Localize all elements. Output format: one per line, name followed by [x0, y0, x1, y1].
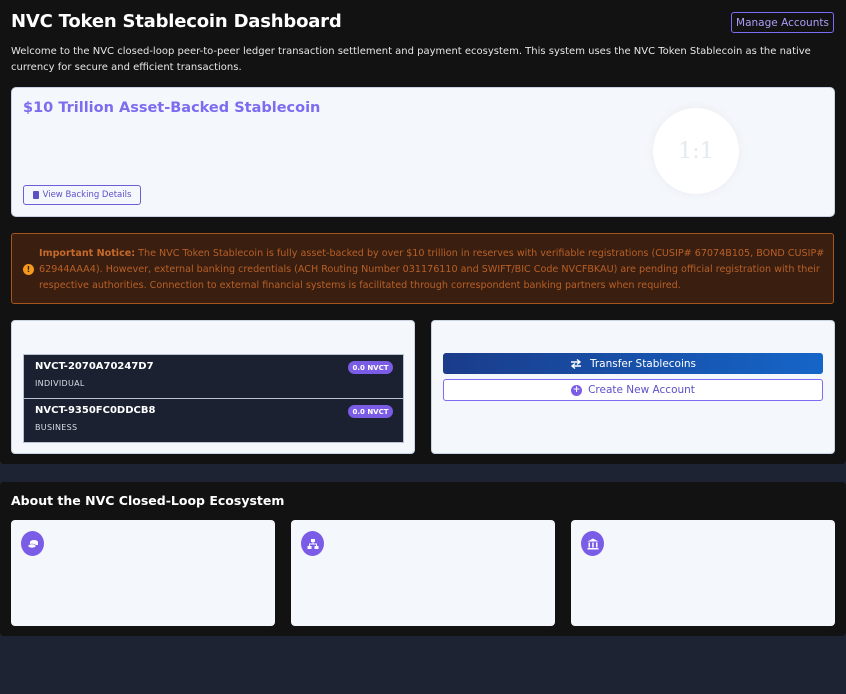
- account-id: NVCT-9350FC0DDCB8: [35, 405, 156, 416]
- feature-card: [291, 520, 555, 626]
- bank-icon: [581, 531, 604, 556]
- balance-badge: 0.0 NVCT: [348, 361, 393, 374]
- transfer-arrows-icon: [570, 358, 582, 369]
- accounts-card: NVCT-2070A70247D7 INDIVIDUAL 0.0 NVCT NV…: [11, 320, 415, 454]
- notice-label: Important Notice:: [39, 248, 136, 259]
- important-notice: ! Important Notice: The NVC Token Stable…: [11, 233, 834, 304]
- about-section: About the NVC Closed-Loop Ecosystem: [0, 482, 846, 636]
- account-id: NVCT-2070A70247D7: [35, 361, 154, 372]
- page-title: NVC Token Stablecoin Dashboard: [11, 11, 342, 32]
- feature-card: [11, 520, 275, 626]
- create-label: Create New Account: [588, 384, 695, 396]
- network-icon: [301, 531, 324, 556]
- welcome-text: Welcome to the NVC closed-loop peer-to-p…: [11, 46, 811, 73]
- plus-circle-icon: +: [571, 384, 583, 396]
- info-icon: !: [23, 264, 34, 275]
- balance-badge: 0.0 NVCT: [348, 405, 393, 418]
- dashboard-panel: NVC Token Stablecoin Dashboard Manage Ac…: [0, 0, 846, 464]
- manage-accounts-button[interactable]: Manage Accounts: [731, 12, 834, 33]
- peg-ratio-badge: 1:1: [653, 108, 739, 194]
- backing-button-label: View Backing Details: [42, 190, 132, 200]
- notice-body: The NVC Token Stablecoin is fully asset-…: [39, 248, 825, 291]
- account-row[interactable]: NVCT-9350FC0DDCB8 BUSINESS 0.0 NVCT: [24, 399, 403, 443]
- feature-card: [571, 520, 835, 626]
- document-icon: [32, 191, 39, 199]
- transfer-stablecoins-button[interactable]: Transfer Stablecoins: [443, 353, 823, 374]
- view-backing-details-button[interactable]: View Backing Details: [23, 185, 141, 205]
- stablecoin-title: $10 Trillion Asset-Backed Stablecoin: [23, 100, 321, 116]
- account-row[interactable]: NVCT-2070A70247D7 INDIVIDUAL 0.0 NVCT: [24, 355, 403, 399]
- transfer-label: Transfer Stablecoins: [589, 357, 697, 370]
- coins-icon: [21, 531, 44, 556]
- about-title: About the NVC Closed-Loop Ecosystem: [11, 493, 285, 508]
- create-account-button[interactable]: + Create New Account: [443, 379, 823, 401]
- notice-text: Important Notice: The NVC Token Stableco…: [39, 246, 825, 294]
- actions-card: Transfer Stablecoins + Create New Accoun…: [431, 320, 835, 454]
- account-type: BUSINESS: [35, 423, 78, 432]
- account-type: INDIVIDUAL: [35, 379, 85, 388]
- account-list: NVCT-2070A70247D7 INDIVIDUAL 0.0 NVCT NV…: [23, 354, 404, 443]
- stablecoin-card: $10 Trillion Asset-Backed Stablecoin 1:1…: [11, 87, 835, 217]
